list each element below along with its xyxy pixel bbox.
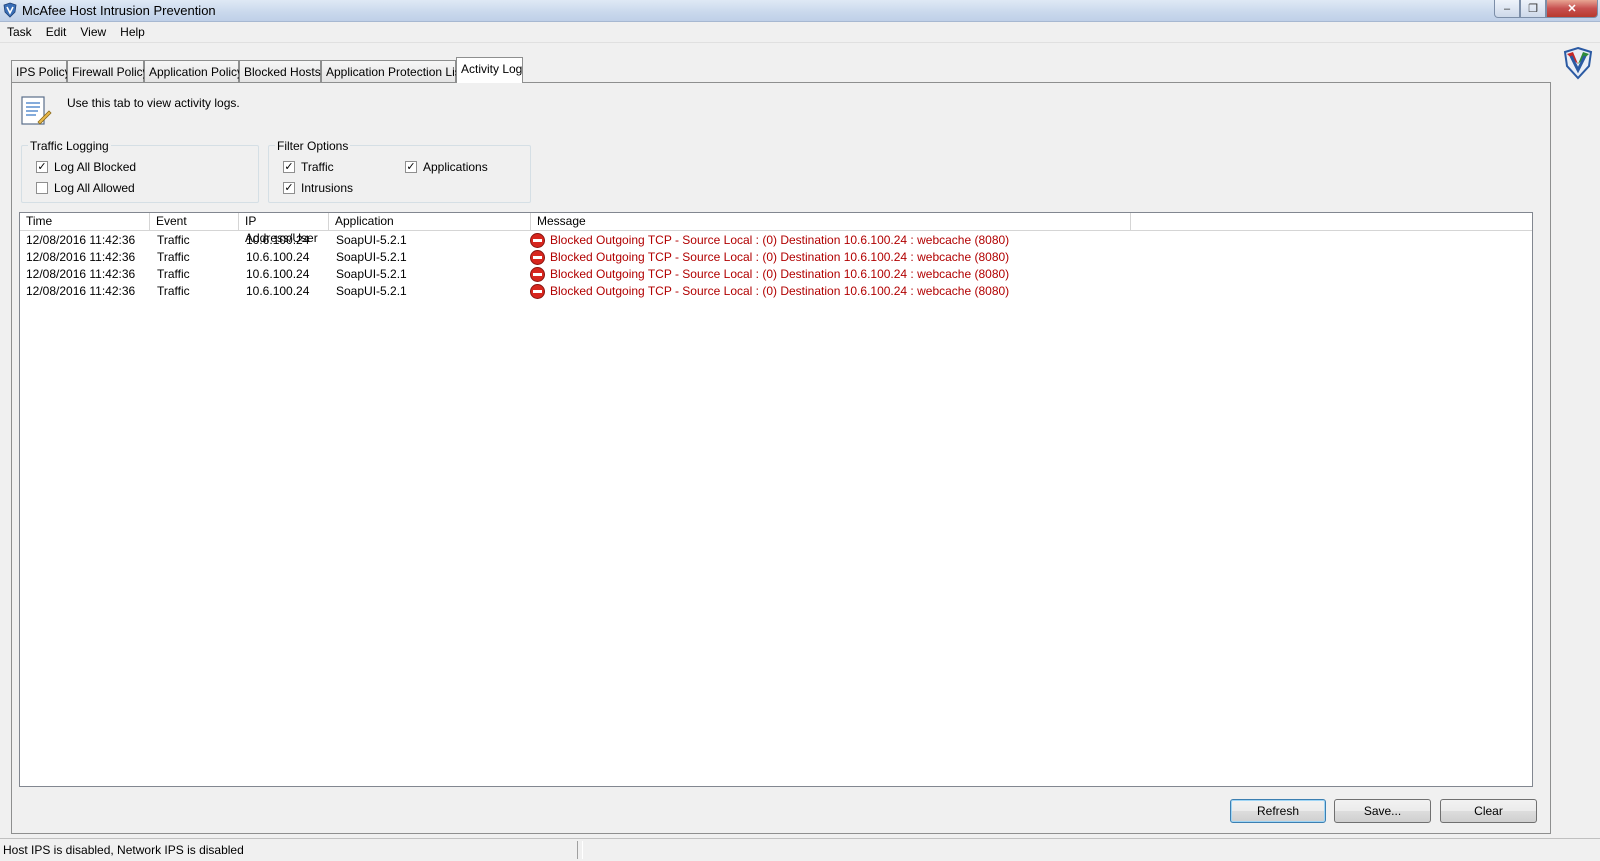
cell-event: Traffic <box>157 250 190 264</box>
tab-ips-policy[interactable]: IPS Policy <box>11 60 71 82</box>
column-header-message[interactable]: Message <box>531 213 1131 230</box>
cell-message: Blocked Outgoing TCP - Source Local : (0… <box>550 284 1010 298</box>
check-icon: ✓ <box>284 161 294 173</box>
log-all-allowed-label: Log All Allowed <box>54 181 135 195</box>
table-row[interactable]: 12/08/2016 11:42:36 Traffic 10.6.100.24 Soa… <box>20 283 1532 300</box>
tab-activity-log[interactable]: Activity Log <box>456 57 523 83</box>
cell-message: Blocked Outgoing TCP - Source Local : (0… <box>550 267 1010 281</box>
log-all-blocked-label: Log All Blocked <box>54 160 137 174</box>
minimize-button[interactable]: ‒ <box>1494 0 1520 18</box>
activity-log-table[interactable]: Time Event IP Address/User Application M… <box>19 212 1533 787</box>
mcafee-shield-icon <box>3 2 17 18</box>
status-bar: Host IPS is disabled, Network IPS is dis… <box>0 838 1600 861</box>
cell-application: SoapUI-5.2.1 <box>336 250 407 264</box>
mcafee-logo-icon <box>1563 46 1593 80</box>
log-all-blocked-checkbox[interactable]: ✓ <box>36 161 48 173</box>
column-header-ip[interactable]: IP Address/User <box>239 213 329 245</box>
menu-bar: Task Edit View Help <box>0 22 1600 43</box>
traffic-checkbox[interactable]: ✓ <box>283 161 295 173</box>
log-document-icon <box>21 96 52 125</box>
cell-event: Traffic <box>157 233 190 247</box>
cell-time: 12/08/2016 11:42:36 <box>26 233 136 247</box>
menu-view[interactable]: View <box>73 22 113 42</box>
status-pane <box>582 841 1599 859</box>
blocked-icon <box>530 267 545 282</box>
cell-ip: 10.6.100.24 <box>246 267 310 281</box>
traffic-logging-title: Traffic Logging <box>28 139 111 153</box>
clear-button[interactable]: Clear <box>1440 799 1537 823</box>
tab-firewall-policy[interactable]: Firewall Policy <box>67 60 149 82</box>
cell-time: 12/08/2016 11:42:36 <box>26 267 136 281</box>
close-button[interactable]: ✕ <box>1546 0 1598 18</box>
applications-label: Applications <box>423 160 488 174</box>
intrusions-checkbox[interactable]: ✓ <box>283 182 295 194</box>
intrusions-label: Intrusions <box>301 181 354 195</box>
close-icon: ✕ <box>1567 3 1577 15</box>
applications-checkbox[interactable]: ✓ <box>405 161 417 173</box>
column-header-application[interactable]: Application <box>329 213 531 230</box>
check-icon: ✓ <box>284 182 294 194</box>
table-row[interactable]: 12/08/2016 11:42:36 Traffic 10.6.100.24 Soa… <box>20 266 1532 283</box>
menu-edit[interactable]: Edit <box>39 22 74 42</box>
cell-time: 12/08/2016 11:42:36 <box>26 250 136 264</box>
save-button[interactable]: Save... <box>1334 799 1431 823</box>
maximize-button[interactable]: ❐ <box>1520 0 1546 18</box>
cell-time: 12/08/2016 11:42:36 <box>26 284 136 298</box>
cell-ip: 10.6.100.24 <box>246 233 310 247</box>
tab-blocked-hosts[interactable]: Blocked Hosts <box>239 60 321 82</box>
restore-icon: ❐ <box>1528 3 1538 15</box>
cell-message: Blocked Outgoing TCP - Source Local : (0… <box>550 233 1010 247</box>
cell-application: SoapUI-5.2.1 <box>336 267 407 281</box>
minimize-icon: ‒ <box>1503 2 1511 15</box>
cell-application: SoapUI-5.2.1 <box>336 284 407 298</box>
cell-ip: 10.6.100.24 <box>246 284 310 298</box>
info-text: Use this tab to view activity logs. <box>67 96 240 110</box>
tab-application-policy[interactable]: Application Policy <box>144 60 243 82</box>
filter-options-title: Filter Options <box>275 139 351 153</box>
table-row[interactable]: 12/08/2016 11:42:36 Traffic 10.6.100.24 Soa… <box>20 232 1532 249</box>
tab-application-protection-list[interactable]: Application Protection List <box>321 60 464 82</box>
cell-message: Blocked Outgoing TCP - Source Local : (0… <box>550 250 1010 264</box>
cell-ip: 10.6.100.24 <box>246 250 310 264</box>
column-header-time[interactable]: Time <box>20 213 150 230</box>
check-icon: ✓ <box>37 161 47 173</box>
refresh-button[interactable]: Refresh <box>1230 799 1326 823</box>
cell-event: Traffic <box>157 284 190 298</box>
log-all-allowed-checkbox[interactable] <box>36 182 48 194</box>
check-icon: ✓ <box>406 161 416 173</box>
column-header-event[interactable]: Event <box>150 213 239 230</box>
menu-task[interactable]: Task <box>0 22 39 42</box>
menu-help[interactable]: Help <box>113 22 152 42</box>
window-title: McAfee Host Intrusion Prevention <box>22 3 216 18</box>
blocked-icon <box>530 250 545 265</box>
table-header: Time Event IP Address/User Application M… <box>20 213 1532 245</box>
cell-event: Traffic <box>157 267 190 281</box>
table-row[interactable]: 12/08/2016 11:42:36 Traffic 10.6.100.24 Soa… <box>20 249 1532 266</box>
blocked-icon <box>530 284 545 299</box>
status-text: Host IPS is disabled, Network IPS is dis… <box>0 841 578 859</box>
title-bar: McAfee Host Intrusion Prevention ‒ ❐ ✕ <box>0 0 1600 22</box>
traffic-label: Traffic <box>301 160 334 174</box>
cell-application: SoapUI-5.2.1 <box>336 233 407 247</box>
blocked-icon <box>530 233 545 248</box>
